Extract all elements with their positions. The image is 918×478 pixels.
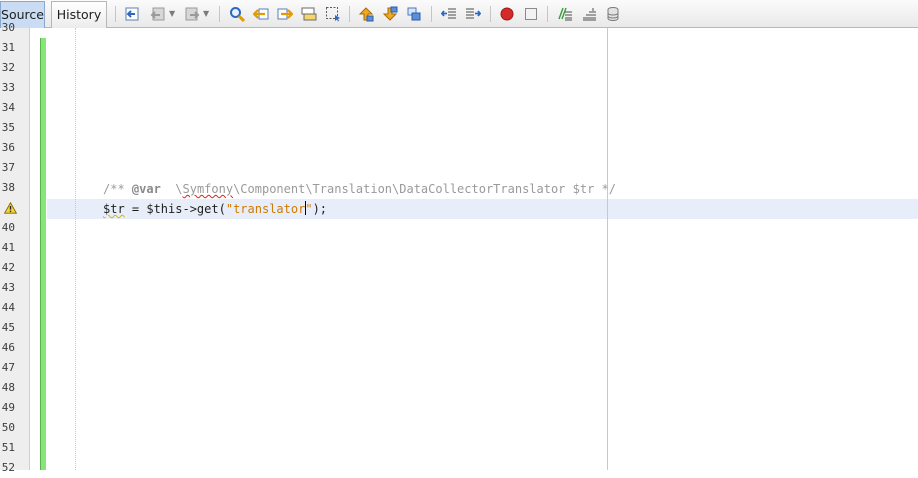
find-selection-icon[interactable]: [229, 6, 245, 22]
line-number: 40: [1, 221, 15, 234]
next-bookmark-icon[interactable]: [382, 6, 398, 22]
shift-right-icon[interactable]: [465, 6, 481, 22]
toolbar-separator: [431, 6, 432, 22]
line-number: 43: [1, 281, 15, 294]
line-number: 35: [1, 121, 15, 134]
find-next-icon[interactable]: [277, 6, 293, 22]
line-number: 46: [1, 341, 15, 354]
comment-rest: \Component\Translation\DataCollectorTran…: [233, 182, 616, 196]
line-number: 52: [1, 461, 15, 474]
code-end: );: [312, 202, 328, 216]
line-number: 30: [1, 21, 15, 34]
toggle-bookmark-icon[interactable]: [406, 6, 422, 22]
warning-icon[interactable]: [4, 202, 17, 214]
forward-icon[interactable]: [184, 6, 200, 22]
line-number: 50: [1, 421, 15, 434]
start-macro-recording-icon[interactable]: [499, 6, 515, 22]
line-number: 37: [1, 161, 15, 174]
comment-open: /**: [103, 182, 132, 196]
code-mid: = $this->get(: [124, 202, 226, 216]
last-edit-icon[interactable]: [124, 6, 140, 22]
line-number: 34: [1, 101, 15, 114]
database-icon[interactable]: [605, 6, 621, 22]
line-number: 36: [1, 141, 15, 154]
chevron-down-icon[interactable]: ▼: [203, 9, 209, 18]
editor-toolbar: Source History ▼ ▼: [0, 0, 918, 28]
toolbar-separator: [219, 6, 220, 22]
line-number: 42: [1, 261, 15, 274]
line-number: 44: [1, 301, 15, 314]
indent-guide: [75, 28, 76, 470]
toggle-highlight-icon[interactable]: [301, 6, 317, 22]
fold-strip[interactable]: [30, 28, 39, 470]
line-number: 32: [1, 61, 15, 74]
line-number-gutter[interactable]: 30 31 32 33 34 35 36 37 38 40 41 42 43 4…: [0, 21, 30, 474]
line-number: 49: [1, 401, 15, 414]
line-number: 33: [1, 81, 15, 94]
comment-space: \: [160, 182, 183, 196]
toolbar-separator: [490, 6, 491, 22]
variable-tr: $tr: [103, 202, 125, 216]
find-previous-icon[interactable]: [253, 6, 269, 22]
back-icon[interactable]: [150, 6, 166, 22]
comment-icon[interactable]: [557, 6, 573, 22]
comment-tag: @var: [131, 182, 161, 196]
toolbar-separator: [115, 6, 116, 22]
toolbar-separator: [547, 6, 548, 22]
string-literal: "translator: [225, 202, 306, 216]
code-line-38[interactable]: /** @var \Symfony\Component\Translation\…: [103, 179, 616, 199]
line-number: 51: [1, 441, 15, 454]
string-close: ": [305, 202, 313, 216]
line-number: 41: [1, 241, 15, 254]
chevron-down-icon[interactable]: ▼: [169, 9, 175, 18]
shift-left-icon[interactable]: [441, 6, 457, 22]
previous-bookmark-icon[interactable]: [358, 6, 374, 22]
line-number: 38: [1, 181, 15, 194]
misspelled-word: Symfony: [182, 182, 234, 196]
line-number: 47: [1, 361, 15, 374]
change-bar[interactable]: [40, 38, 46, 470]
code-line-39[interactable]: $tr = $this->get("translator");: [103, 199, 327, 219]
uncomment-icon[interactable]: [581, 6, 597, 22]
tab-history[interactable]: History: [51, 1, 107, 28]
stop-macro-recording-icon[interactable]: [523, 6, 539, 22]
toggle-rectangular-selection-icon[interactable]: [325, 6, 341, 22]
toolbar-separator: [349, 6, 350, 22]
line-number: 31: [1, 41, 15, 54]
right-margin-line: [607, 28, 608, 470]
line-number: 45: [1, 321, 15, 334]
line-number: 48: [1, 381, 15, 394]
